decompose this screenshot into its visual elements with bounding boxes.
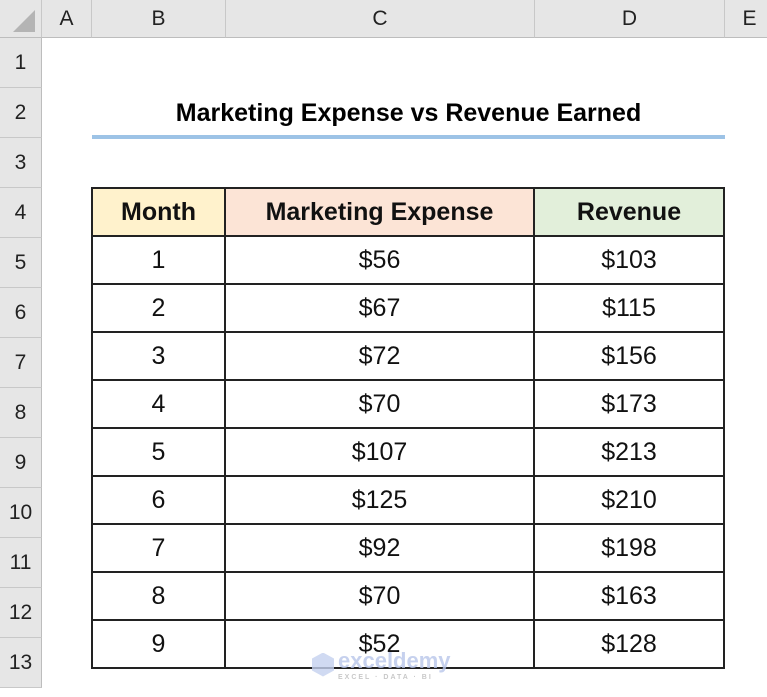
column-header-d[interactable]: D <box>535 0 725 38</box>
row-header-4[interactable]: 4 <box>0 188 42 238</box>
cell-revenue[interactable]: $173 <box>533 379 725 429</box>
table-row: 3 $72 $156 <box>91 331 725 381</box>
cell-revenue[interactable]: $156 <box>533 331 725 381</box>
row-header-8[interactable]: 8 <box>0 388 42 438</box>
cell-revenue[interactable]: $213 <box>533 427 725 477</box>
row-header-6[interactable]: 6 <box>0 288 42 338</box>
row-header-13[interactable]: 13 <box>0 638 42 688</box>
cell-month[interactable]: 7 <box>91 523 226 573</box>
row-header-2[interactable]: 2 <box>0 88 42 138</box>
cell-revenue[interactable]: $103 <box>533 235 725 285</box>
column-header-e[interactable]: E <box>725 0 767 38</box>
table-row: 4 $70 $173 <box>91 379 725 429</box>
exceldemy-watermark: exceldemy EXCEL · DATA · BI <box>312 648 451 681</box>
row-header-3[interactable]: 3 <box>0 138 42 188</box>
cell-marketing-expense[interactable]: $67 <box>224 283 535 333</box>
table-row: 7 $92 $198 <box>91 523 725 573</box>
row-header-1[interactable]: 1 <box>0 38 42 88</box>
cell-month[interactable]: 6 <box>91 475 226 525</box>
sheet-title[interactable]: Marketing Expense vs Revenue Earned <box>92 88 725 138</box>
table-row: 6 $125 $210 <box>91 475 725 525</box>
select-all-button[interactable] <box>0 0 42 38</box>
cell-revenue[interactable]: $128 <box>533 619 725 669</box>
row-header-9[interactable]: 9 <box>0 438 42 488</box>
cell-month[interactable]: 3 <box>91 331 226 381</box>
cell-month[interactable]: 9 <box>91 619 226 669</box>
row-header-12[interactable]: 12 <box>0 588 42 638</box>
table-row: 5 $107 $213 <box>91 427 725 477</box>
table-row: 1 $56 $103 <box>91 235 725 285</box>
table-row: 2 $67 $115 <box>91 283 725 333</box>
cell-marketing-expense[interactable]: $56 <box>224 235 535 285</box>
cell-revenue[interactable]: $210 <box>533 475 725 525</box>
cell-marketing-expense[interactable]: $92 <box>224 523 535 573</box>
cell-marketing-expense[interactable]: $70 <box>224 571 535 621</box>
cell-month[interactable]: 2 <box>91 283 226 333</box>
logo-cube-icon <box>312 652 334 677</box>
row-header-7[interactable]: 7 <box>0 338 42 388</box>
title-underline <box>92 135 725 139</box>
cell-month[interactable]: 8 <box>91 571 226 621</box>
cell-marketing-expense[interactable]: $72 <box>224 331 535 381</box>
header-marketing-expense[interactable]: Marketing Expense <box>224 187 535 237</box>
header-revenue[interactable]: Revenue <box>533 187 725 237</box>
cell-marketing-expense[interactable]: $107 <box>224 427 535 477</box>
cell-revenue[interactable]: $163 <box>533 571 725 621</box>
cell-revenue[interactable]: $198 <box>533 523 725 573</box>
row-header-10[interactable]: 10 <box>0 488 42 538</box>
cell-month[interactable]: 5 <box>91 427 226 477</box>
cell-marketing-expense[interactable]: $125 <box>224 475 535 525</box>
data-table: Month Marketing Expense Revenue 1 $56 $103… <box>91 187 725 669</box>
table-row: 8 $70 $163 <box>91 571 725 621</box>
column-header-b[interactable]: B <box>92 0 226 38</box>
cell-month[interactable]: 4 <box>91 379 226 429</box>
row-header-11[interactable]: 11 <box>0 538 42 588</box>
cell-marketing-expense[interactable]: $70 <box>224 379 535 429</box>
column-header-c[interactable]: C <box>226 0 535 38</box>
column-header-a[interactable]: A <box>42 0 92 38</box>
cell-month[interactable]: 1 <box>91 235 226 285</box>
row-header-5[interactable]: 5 <box>0 238 42 288</box>
cell-revenue[interactable]: $115 <box>533 283 725 333</box>
header-month[interactable]: Month <box>91 187 226 237</box>
